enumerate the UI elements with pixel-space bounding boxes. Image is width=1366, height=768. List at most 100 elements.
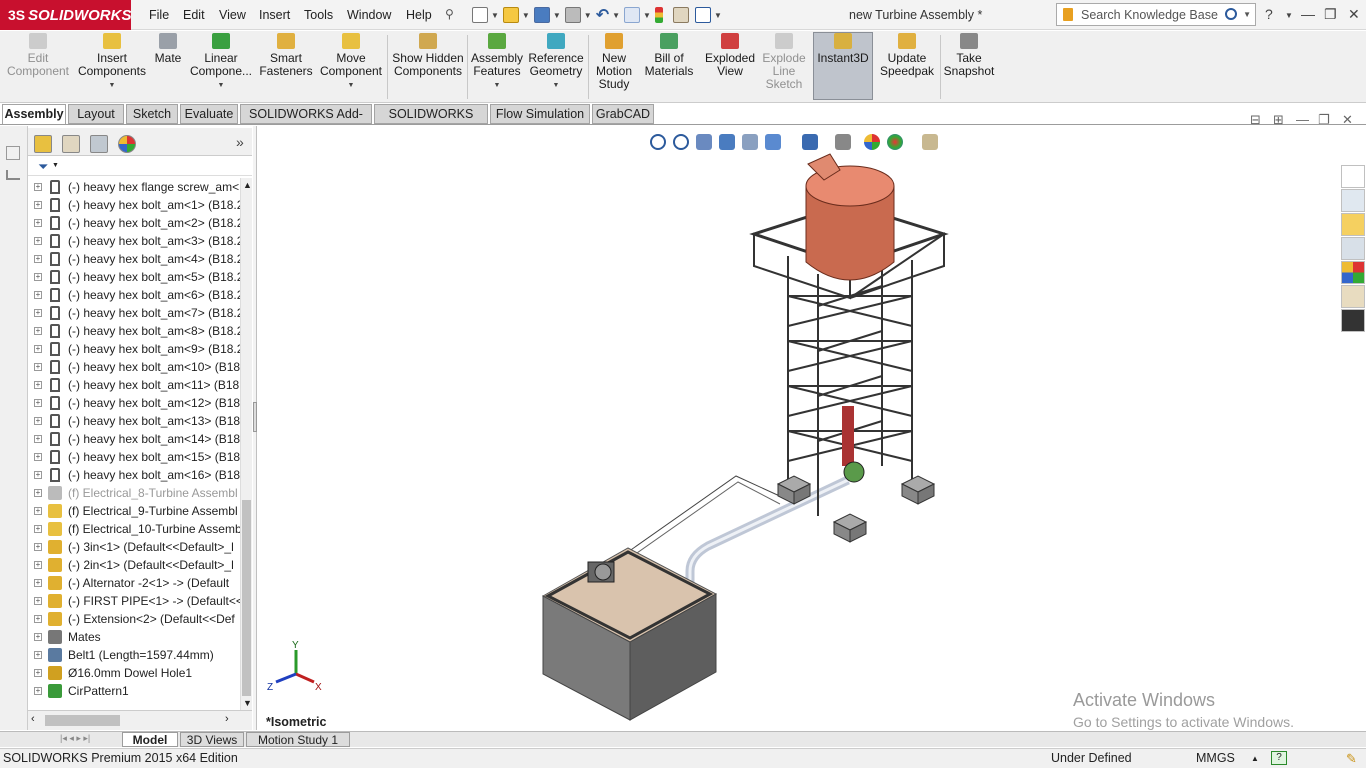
insert-components-dropdown-icon[interactable]: ▼	[109, 79, 116, 92]
expand-toggle-icon[interactable]: +	[34, 381, 42, 389]
hide-show-items-icon[interactable]	[835, 134, 851, 150]
take-snapshot-button[interactable]: Take Snapshot	[943, 33, 995, 101]
tree-item[interactable]: + (-) heavy hex bolt_am<8> (B18.2	[28, 322, 240, 340]
expand-toggle-icon[interactable]: +	[34, 417, 42, 425]
assembly-features-dropdown-icon[interactable]: ▼	[494, 79, 501, 92]
tree-item[interactable]: + Mates	[28, 628, 240, 646]
expand-toggle-icon[interactable]: +	[34, 651, 42, 659]
tree-item[interactable]: + (-) heavy hex bolt_am<11> (B18	[28, 376, 240, 394]
split-view-icon[interactable]: ⊞	[1273, 112, 1284, 128]
view-close-icon[interactable]: ✕	[1342, 112, 1353, 128]
search-knowledge-base-input[interactable]: Search Knowledge Base ▼	[1056, 3, 1256, 26]
expand-toggle-icon[interactable]: +	[34, 183, 42, 191]
expand-toggle-icon[interactable]: +	[34, 435, 42, 443]
filter-icon[interactable]: ⏷	[38, 159, 48, 175]
tab-layout[interactable]: Layout	[68, 104, 124, 124]
edit-appearance-icon[interactable]	[864, 134, 880, 150]
scroll-up-arrow-icon[interactable]: ▲	[243, 180, 252, 190]
file-properties-icon[interactable]	[672, 7, 689, 23]
expand-toggle-icon[interactable]: +	[34, 327, 42, 335]
rebuild-traffic-light-icon[interactable]	[654, 7, 663, 23]
turbine-assembly-model[interactable]: Y X Z	[258, 126, 1366, 730]
tree-item[interactable]: + Belt1 (Length=1597.44mm)	[28, 646, 240, 664]
linear-pattern-dropdown-icon[interactable]: ▼	[218, 79, 225, 92]
scroll-left-arrow-icon[interactable]: ‹	[31, 713, 35, 725]
expand-toggle-icon[interactable]: +	[34, 579, 42, 587]
show-hidden-components-button[interactable]: Show Hidden Components	[392, 33, 464, 101]
tree-item[interactable]: + (-) heavy hex bolt_am<14> (B18	[28, 430, 240, 448]
tree-scroll-thumb[interactable]	[242, 500, 251, 696]
panel-splitter[interactable]	[253, 126, 257, 730]
select-arrow-icon[interactable]	[624, 7, 641, 23]
view-palette-icon[interactable]	[1341, 237, 1365, 260]
tab-nav-arrows[interactable]: |◂ ◂ ▸ ▸|	[60, 733, 90, 744]
new-motion-study-button[interactable]: New Motion Study	[591, 33, 637, 101]
menu-help[interactable]: Help	[406, 8, 432, 22]
tree-item[interactable]: + (-) 3in<1> (Default<<Default>_l	[28, 538, 240, 556]
tree-item[interactable]: + (-) heavy hex bolt_am<6> (B18.2	[28, 286, 240, 304]
zoom-to-area-icon[interactable]	[673, 134, 689, 150]
update-speedpak-button[interactable]: Update Speedpak	[877, 33, 937, 101]
display-style-icon[interactable]	[802, 134, 818, 150]
expand-toggle-icon[interactable]: +	[34, 363, 42, 371]
tab-evaluate[interactable]: Evaluate	[180, 104, 238, 124]
tree-item[interactable]: + CirPattern1	[28, 682, 240, 700]
display-manager-icon[interactable]	[118, 135, 136, 153]
expand-toggle-icon[interactable]: +	[34, 633, 42, 641]
menu-file[interactable]: File	[149, 8, 169, 22]
tab-solidworks-add-ins[interactable]: SOLIDWORKS Add-Ins	[240, 104, 372, 139]
solidworks-logo[interactable]: 3S SOLIDWORKS	[0, 0, 131, 30]
new-document-icon[interactable]	[472, 7, 488, 23]
scroll-right-arrow-icon[interactable]: ›	[225, 713, 229, 725]
tab-model[interactable]: Model	[122, 732, 178, 747]
view-minimize-icon[interactable]: —	[1296, 112, 1309, 127]
tree-item[interactable]: + (-) heavy hex bolt_am<1> (B18.2	[28, 196, 240, 214]
move-component-dropdown-icon[interactable]: ▼	[348, 79, 355, 92]
tree-item[interactable]: + (-) heavy hex bolt_am<5> (B18.2	[28, 268, 240, 286]
configuration-manager-icon[interactable]	[90, 135, 108, 153]
options-icon[interactable]	[694, 7, 711, 23]
collapse-panel-handle[interactable]	[253, 402, 257, 432]
pin-menu-icon[interactable]: ⚲	[445, 7, 459, 21]
design-library-icon[interactable]	[1341, 189, 1365, 212]
tab-assembly[interactable]: Assembly	[2, 104, 66, 124]
menu-view[interactable]: View	[219, 8, 246, 22]
close-icon[interactable]: ✕	[1348, 6, 1360, 23]
menu-insert[interactable]: Insert	[259, 8, 290, 22]
tree-vertical-scrollbar[interactable]: ▲ ▼	[240, 178, 252, 710]
section-view-icon[interactable]	[719, 134, 735, 150]
save-dropdown-icon[interactable]: ▼	[553, 11, 561, 20]
expand-toggle-icon[interactable]: +	[34, 201, 42, 209]
file-explorer-icon[interactable]	[1341, 213, 1365, 236]
custom-properties-icon[interactable]	[1341, 285, 1365, 308]
tree-item[interactable]: + (-) heavy hex bolt_am<2> (B18.2	[28, 214, 240, 232]
scroll-down-arrow-icon[interactable]: ▼	[243, 698, 252, 708]
appearances-scenes-icon[interactable]	[1341, 261, 1365, 284]
exploded-view-button[interactable]: Exploded View	[702, 33, 758, 101]
expand-toggle-icon[interactable]: +	[34, 291, 42, 299]
expand-toggle-icon[interactable]: +	[34, 507, 42, 515]
view-orientation-icon[interactable]	[765, 134, 781, 150]
dimension-tool-icon[interactable]	[6, 170, 20, 180]
tree-horizontal-scrollbar[interactable]: ‹ ›	[28, 710, 252, 730]
save-icon[interactable]	[533, 7, 550, 23]
expand-toggle-icon[interactable]: +	[34, 309, 42, 317]
expand-toggle-icon[interactable]: +	[34, 237, 42, 245]
tree-item[interactable]: + (-) 2in<1> (Default<<Default>_l	[28, 556, 240, 574]
expand-toggle-icon[interactable]: +	[34, 219, 42, 227]
expand-toggle-icon[interactable]: +	[34, 669, 42, 677]
tree-item[interactable]: + (-) heavy hex bolt_am<15> (B18	[28, 448, 240, 466]
rebuild-notification-icon[interactable]: ✎	[1346, 751, 1357, 767]
tree-item[interactable]: + (f) Electrical_8-Turbine Assembl	[28, 484, 240, 502]
tree-hscroll-thumb[interactable]	[45, 715, 120, 726]
expand-toggle-icon[interactable]: +	[34, 525, 42, 533]
open-dropdown-icon[interactable]: ▼	[522, 11, 530, 20]
tree-item[interactable]: + Ø16.0mm Dowel Hole1	[28, 664, 240, 682]
solidworks-resources-home-icon[interactable]	[1341, 165, 1365, 188]
tab-solidworks-mbd[interactable]: SOLIDWORKS MBD	[374, 104, 488, 139]
tree-item[interactable]: + (-) heavy hex flange screw_am<	[28, 178, 240, 196]
tree-item[interactable]: + (-) Alternator -2<1> -> (Default	[28, 574, 240, 592]
expand-toggle-icon[interactable]: +	[34, 489, 42, 497]
grabcad-icon[interactable]	[1341, 309, 1365, 332]
explode-line-sketch-button[interactable]: Explode Line Sketch	[760, 33, 808, 101]
